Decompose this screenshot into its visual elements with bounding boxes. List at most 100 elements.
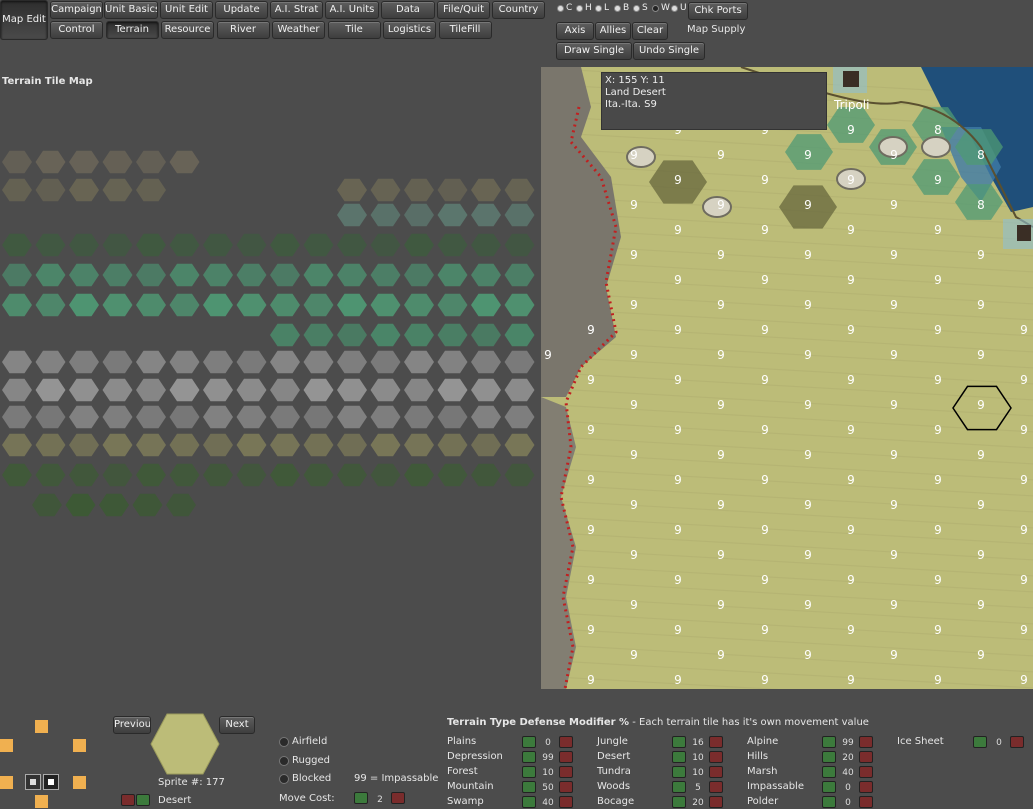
terrain-tile[interactable] (69, 293, 99, 317)
terrain-tile[interactable] (203, 463, 233, 487)
brush-se-square[interactable] (73, 776, 86, 789)
terrain-tile[interactable] (2, 233, 32, 257)
terrain-tile[interactable] (337, 323, 367, 347)
terrain-tile-palette[interactable] (0, 90, 540, 690)
terrain-tile[interactable] (136, 378, 166, 402)
terrain-tile[interactable] (236, 350, 267, 374)
terrain-tile[interactable] (2, 433, 32, 457)
defense-decrement-button[interactable] (559, 736, 573, 748)
terrain-tile[interactable] (437, 178, 468, 202)
terrain-tile[interactable] (203, 233, 233, 257)
chk-ports-button[interactable]: Chk Ports (688, 2, 748, 20)
terrain-tile[interactable] (471, 263, 501, 287)
terrain-tile[interactable] (270, 323, 300, 347)
sprite-increment-button[interactable] (136, 794, 150, 806)
map-view[interactable]: Tripoli 9 9 9 9 9 9 9 9 9 9 9 9 9 9 9 9 9 9 9 9 9 9 9 9 9 9 9 9 9 9 9 9 9… (541, 67, 1033, 689)
terrain-tile[interactable] (404, 323, 434, 347)
terrain-tile[interactable] (136, 350, 166, 374)
terrain-tile[interactable] (370, 203, 401, 227)
terrain-tile[interactable] (169, 378, 200, 402)
terrain-tile[interactable] (270, 293, 300, 317)
brush-sw-square[interactable] (0, 776, 13, 789)
terrain-tile[interactable] (136, 433, 166, 457)
terrain-tile[interactable] (69, 405, 99, 429)
submenu-0-button[interactable]: Control (50, 21, 103, 39)
terrain-tile[interactable] (2, 378, 32, 402)
defense-increment-button[interactable] (522, 751, 536, 763)
defense-decrement-button[interactable] (709, 736, 723, 748)
terrain-tile[interactable] (337, 263, 367, 287)
brush-north-square[interactable] (35, 720, 48, 733)
terrain-tile[interactable] (169, 263, 200, 287)
menu-8-button[interactable]: Country (492, 1, 545, 19)
terrain-tile[interactable] (203, 405, 233, 429)
terrain-tile[interactable] (437, 233, 468, 257)
defense-increment-button[interactable] (822, 781, 836, 793)
terrain-tile[interactable] (337, 233, 367, 257)
terrain-tile[interactable] (132, 493, 163, 517)
terrain-tile[interactable] (69, 178, 99, 202)
terrain-tile[interactable] (471, 405, 501, 429)
terrain-tile[interactable] (69, 433, 99, 457)
terrain-tile[interactable] (102, 233, 133, 257)
layer-toggle-0[interactable]: C (557, 3, 572, 13)
defense-decrement-button[interactable] (859, 796, 873, 808)
submenu-2-button[interactable]: Resource (161, 21, 214, 39)
defense-decrement-button[interactable] (709, 766, 723, 778)
terrain-tile[interactable] (35, 233, 66, 257)
terrain-tile[interactable] (337, 350, 367, 374)
terrain-tile[interactable] (169, 405, 200, 429)
terrain-tile[interactable] (471, 203, 501, 227)
terrain-tile[interactable] (437, 463, 468, 487)
layer-toggle-5[interactable]: W (652, 3, 670, 13)
terrain-tile[interactable] (270, 433, 300, 457)
terrain-tile[interactable] (303, 405, 334, 429)
terrain-tile[interactable] (337, 433, 367, 457)
terrain-tile[interactable] (69, 233, 99, 257)
terrain-tile[interactable] (471, 433, 501, 457)
terrain-tile[interactable] (2, 463, 32, 487)
terrain-tile[interactable] (437, 323, 468, 347)
terrain-tile[interactable] (370, 323, 401, 347)
terrain-tile[interactable] (370, 463, 401, 487)
terrain-tile[interactable] (35, 433, 66, 457)
terrain-tile[interactable] (504, 203, 535, 227)
terrain-tile[interactable] (337, 463, 367, 487)
defense-increment-button[interactable] (822, 766, 836, 778)
defense-decrement-button[interactable] (859, 751, 873, 763)
defense-increment-button[interactable] (672, 736, 686, 748)
terrain-tile[interactable] (270, 378, 300, 402)
terrain-tile[interactable] (471, 293, 501, 317)
terrain-tile[interactable] (404, 378, 434, 402)
terrain-tile[interactable] (370, 433, 401, 457)
terrain-tile[interactable] (303, 378, 334, 402)
terrain-tile[interactable] (337, 378, 367, 402)
terrain-tile[interactable] (437, 293, 468, 317)
terrain-tile[interactable] (504, 293, 535, 317)
terrain-tile[interactable] (303, 323, 334, 347)
terrain-tile[interactable] (35, 150, 66, 174)
brush-ne-square[interactable] (73, 739, 86, 752)
terrain-tile[interactable] (69, 350, 99, 374)
terrain-tile[interactable] (236, 233, 267, 257)
terrain-tile[interactable] (65, 493, 96, 517)
terrain-tile[interactable] (169, 463, 200, 487)
terrain-tile[interactable] (370, 293, 401, 317)
terrain-tile[interactable] (504, 463, 535, 487)
terrain-tile[interactable] (102, 293, 133, 317)
terrain-tile[interactable] (136, 178, 166, 202)
terrain-tile[interactable] (504, 178, 535, 202)
terrain-tile[interactable] (169, 293, 200, 317)
terrain-tile[interactable] (504, 263, 535, 287)
terrain-tile[interactable] (370, 233, 401, 257)
rugged-radio[interactable]: Rugged (279, 755, 330, 766)
next-sprite-button[interactable]: Next (219, 716, 255, 734)
terrain-tile[interactable] (471, 233, 501, 257)
terrain-tile[interactable] (303, 350, 334, 374)
brush-center-box[interactable] (43, 774, 59, 790)
defense-increment-button[interactable] (973, 736, 987, 748)
terrain-tile[interactable] (404, 433, 434, 457)
submenu-4-button[interactable]: Weather (272, 21, 325, 39)
move-cost-increment-button[interactable] (354, 792, 368, 804)
terrain-tile[interactable] (471, 178, 501, 202)
